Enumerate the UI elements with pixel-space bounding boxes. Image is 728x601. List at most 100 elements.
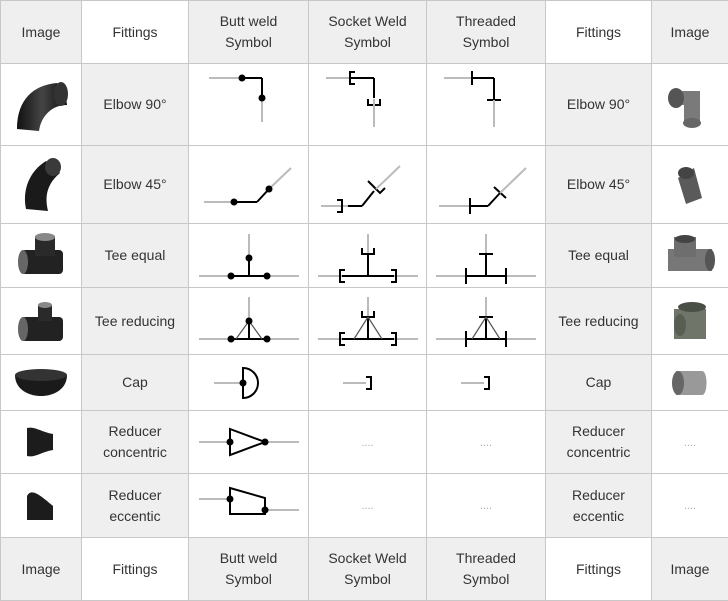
- placeholder-text: ....: [361, 500, 373, 512]
- threaded-elbow90-symbol-icon: [427, 65, 545, 145]
- threaded-teered-symbol-icon: [427, 291, 545, 351]
- forged-cap-image: [652, 363, 728, 403]
- table-row: Tee reducing Tee reducing: [1, 288, 728, 355]
- cell-text: Image: [652, 22, 728, 43]
- cell-text: Reducer: [546, 485, 651, 506]
- cell-text: Tee reducing: [82, 311, 188, 332]
- fitting-name-cell: Cap: [546, 355, 652, 411]
- fitting-image-cell: [1, 224, 82, 288]
- footer-fittings: Fittings: [82, 538, 189, 601]
- cell-text: Elbow 90°: [82, 94, 188, 115]
- cell-text: eccentic: [82, 506, 188, 527]
- butt-redecc-symbol-icon: [189, 484, 308, 528]
- table-row: Elbow 45° Elbow 45°: [1, 146, 728, 224]
- cell-text: Reducer: [82, 421, 188, 442]
- forged-elbow-45-image: [652, 160, 728, 210]
- header-butt-weld-symbol: Butt weldSymbol: [189, 1, 309, 64]
- fitting-name-cell: Cap: [82, 355, 189, 411]
- cell-text: Elbow 45°: [82, 174, 188, 195]
- cell-text: Tee reducing: [546, 311, 651, 332]
- cell-text: Elbow 90°: [546, 94, 651, 115]
- fitting-name-cell: Reducerconcentric: [82, 411, 189, 474]
- socket-symbol-cell: [309, 64, 427, 146]
- cell-text: concentric: [82, 442, 188, 463]
- black-cap-image: [1, 365, 81, 401]
- threaded-symbol-cell: [427, 355, 546, 411]
- butt-symbol-cell: [189, 64, 309, 146]
- socket-symbol-cell: [309, 146, 427, 224]
- threaded-elbow45-symbol-icon: [427, 150, 545, 220]
- fitting-image-cell: ....: [652, 474, 728, 538]
- cell-text: Symbol: [427, 32, 545, 53]
- fitting-image-cell: [1, 411, 82, 474]
- black-tee-reducing-image: [1, 295, 81, 347]
- black-tee-equal-image: [1, 230, 81, 282]
- fitting-image-cell: ....: [652, 411, 728, 474]
- cell-text: Butt weld: [189, 11, 308, 32]
- threaded-cap-symbol-icon: [427, 368, 545, 398]
- cell-text: Tee equal: [82, 245, 188, 266]
- cell-text: Reducer: [82, 485, 188, 506]
- cell-text: Symbol: [309, 32, 426, 53]
- cell-text: Cap: [82, 372, 188, 393]
- socket-elbow90-symbol-icon: [309, 65, 426, 145]
- footer-image: Image: [1, 538, 82, 601]
- forged-tee-reducing-image: [652, 295, 728, 347]
- threaded-symbol-cell: [427, 64, 546, 146]
- cell-text: Fittings: [546, 559, 651, 580]
- placeholder-text: ....: [684, 500, 696, 512]
- fitting-name-cell: Reducereccentic: [546, 474, 652, 538]
- butt-symbol-cell: [189, 474, 309, 538]
- table-row: Reducereccentic........Reducereccentic..…: [1, 474, 728, 538]
- header-threaded-symbol: ThreadedSymbol: [427, 1, 546, 64]
- black-reducer-eccentric-image: [1, 488, 81, 524]
- cell-text: eccentic: [546, 506, 651, 527]
- fitting-image-cell: [652, 355, 728, 411]
- socket-elbow45-symbol-icon: [309, 150, 426, 220]
- black-reducer-concentric-image: [1, 424, 81, 460]
- fitting-image-cell: [1, 355, 82, 411]
- footer-fittings: Fittings: [546, 538, 652, 601]
- header-row: ImageFittingsButt weldSymbolSocket WeldS…: [1, 1, 728, 64]
- cell-text: Symbol: [309, 569, 426, 590]
- cell-text: Fittings: [82, 559, 188, 580]
- fitting-image-cell: [652, 64, 728, 146]
- cell-text: Butt weld: [189, 548, 308, 569]
- black-elbow-90-image: [1, 75, 81, 135]
- forged-elbow-90-image: [652, 77, 728, 133]
- fitting-name-cell: Tee equal: [546, 224, 652, 288]
- cell-text: Symbol: [427, 569, 545, 590]
- header-image: Image: [652, 1, 728, 64]
- forged-tee-equal-image: [652, 231, 728, 281]
- cell-text: concentric: [546, 442, 651, 463]
- fitting-image-cell: [652, 146, 728, 224]
- table-row: Cap Cap: [1, 355, 728, 411]
- butt-symbol-cell: [189, 288, 309, 355]
- threaded-symbol-cell: [427, 288, 546, 355]
- header-socket-weld-symbol: Socket WeldSymbol: [309, 1, 427, 64]
- socket-cap-symbol-icon: [309, 368, 426, 398]
- placeholder-text: ....: [480, 500, 492, 512]
- butt-symbol-cell: [189, 224, 309, 288]
- butt-symbol-cell: [189, 355, 309, 411]
- footer-butt-weld-symbol: Butt weldSymbol: [189, 538, 309, 601]
- cell-text: Fittings: [82, 22, 188, 43]
- cell-text: Image: [1, 559, 81, 580]
- cell-text: Cap: [546, 372, 651, 393]
- threaded-symbol-cell: ....: [427, 474, 546, 538]
- table-row: Tee equal Tee equal: [1, 224, 728, 288]
- footer-socket-weld-symbol: Socket WeldSymbol: [309, 538, 427, 601]
- butt-elbow90-symbol-icon: [189, 65, 308, 145]
- threaded-symbol-cell: ....: [427, 411, 546, 474]
- fitting-name-cell: Reducereccentic: [82, 474, 189, 538]
- footer-image: Image: [652, 538, 728, 601]
- placeholder-text: ....: [480, 437, 492, 449]
- placeholder-text: ....: [361, 437, 373, 449]
- cell-text: Elbow 45°: [546, 174, 651, 195]
- footer-threaded-symbol: ThreadedSymbol: [427, 538, 546, 601]
- header-fittings: Fittings: [82, 1, 189, 64]
- butt-cap-symbol-icon: [189, 361, 308, 405]
- fitting-name-cell: Elbow 90°: [82, 64, 189, 146]
- cell-text: Threaded: [427, 548, 545, 569]
- cell-text: Socket Weld: [309, 548, 426, 569]
